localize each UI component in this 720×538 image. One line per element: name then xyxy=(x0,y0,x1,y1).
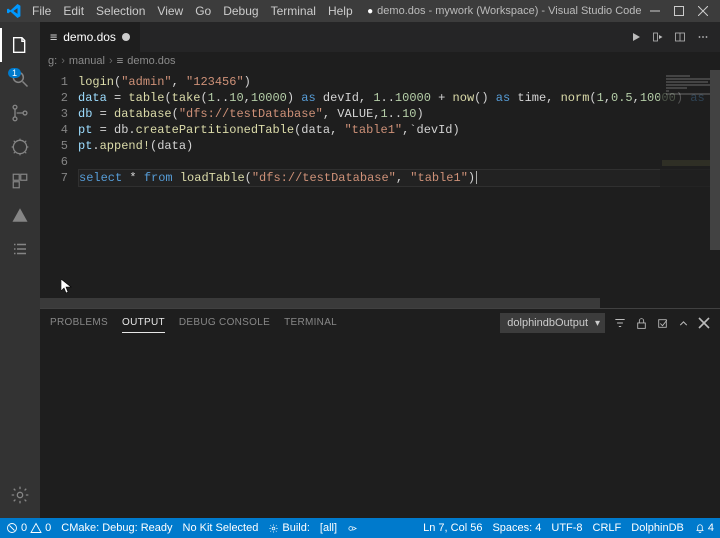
status-cmake[interactable]: CMake: Debug: Ready xyxy=(61,522,172,534)
menu-bar: FileEditSelectionViewGoDebugTerminalHelp xyxy=(26,4,359,18)
status-eol[interactable]: CRLF xyxy=(593,522,622,534)
tab-demo-dos[interactable]: ≡ demo.dos xyxy=(40,22,141,52)
run-button[interactable] xyxy=(630,31,642,43)
breadcrumb-folder[interactable]: manual xyxy=(69,55,105,67)
breadcrumb-file[interactable]: demo.dos xyxy=(127,55,175,67)
more-actions-button[interactable] xyxy=(696,31,710,43)
settings-gear-icon[interactable] xyxy=(0,478,40,512)
debug-icon[interactable] xyxy=(0,130,40,164)
source-control-icon[interactable] xyxy=(0,96,40,130)
maximize-button[interactable] xyxy=(674,6,684,16)
panel-tab-problems[interactable]: PROBLEMS xyxy=(50,313,108,333)
menu-selection[interactable]: Selection xyxy=(90,4,151,18)
explorer-icon[interactable] xyxy=(0,28,40,62)
run-side-button[interactable] xyxy=(652,31,664,43)
code-editor[interactable]: 1234567 login("admin", "123456")data = t… xyxy=(40,70,720,298)
minimize-button[interactable] xyxy=(650,6,660,16)
panel-tab-debug-console[interactable]: DEBUG CONSOLE xyxy=(179,313,270,333)
bottom-panel: PROBLEMS OUTPUT DEBUG CONSOLE TERMINAL dolp… xyxy=(40,308,720,518)
status-kit[interactable]: No Kit Selected xyxy=(183,522,259,534)
status-build[interactable]: Build: xyxy=(268,522,310,534)
list-ext-icon[interactable] xyxy=(0,232,40,266)
breadcrumbs[interactable]: g: › manual › ≡ demo.dos xyxy=(40,52,720,70)
explorer-badge: 1 xyxy=(8,68,21,78)
panel-tab-output[interactable]: OUTPUT xyxy=(122,313,165,333)
vscode-logo-icon xyxy=(6,3,22,19)
status-cursor[interactable]: Ln 7, Col 56 xyxy=(423,522,482,534)
window-controls xyxy=(650,6,714,16)
panel-tab-terminal[interactable]: TERMINAL xyxy=(284,313,337,333)
dirty-indicator-icon: ● xyxy=(367,6,373,17)
extensions-icon[interactable] xyxy=(0,164,40,198)
editor-tabs: ≡ demo.dos xyxy=(40,22,720,52)
output-body[interactable] xyxy=(40,337,720,518)
tab-label: demo.dos xyxy=(63,30,116,44)
clear-output-icon[interactable] xyxy=(656,317,669,330)
chevron-right-icon: › xyxy=(61,55,65,67)
output-channel-select[interactable]: dolphindbOutput xyxy=(500,313,605,333)
status-bar: 0 0 CMake: Debug: Ready No Kit Selected … xyxy=(0,518,720,538)
search-icon[interactable] xyxy=(0,62,40,96)
title-bar: FileEditSelectionViewGoDebugTerminalHelp… xyxy=(0,0,720,22)
line-gutter: 1234567 xyxy=(40,70,78,298)
breadcrumb-root[interactable]: g: xyxy=(48,55,57,67)
triangle-ext-icon[interactable] xyxy=(0,198,40,232)
chevron-right-icon: › xyxy=(109,55,113,67)
lock-scroll-icon[interactable] xyxy=(635,317,648,330)
code-content[interactable]: login("admin", "123456")data = table(tak… xyxy=(78,70,720,298)
status-language[interactable]: DolphinDB xyxy=(631,522,684,534)
menu-view[interactable]: View xyxy=(151,4,189,18)
file-icon: ≡ xyxy=(117,54,124,67)
close-window-button[interactable] xyxy=(698,6,708,16)
editor-scrollbar[interactable] xyxy=(710,70,720,298)
split-editor-button[interactable] xyxy=(674,31,686,43)
status-encoding[interactable]: UTF-8 xyxy=(551,522,582,534)
status-problems[interactable]: 0 0 xyxy=(6,522,51,534)
window-title: ●demo.dos - mywork (Workspace) - Visual … xyxy=(359,5,650,17)
panel-maximize-icon[interactable] xyxy=(677,317,690,330)
file-icon: ≡ xyxy=(50,30,57,44)
status-notifications[interactable]: 4 xyxy=(694,522,714,534)
menu-help[interactable]: Help xyxy=(322,4,359,18)
menu-terminal[interactable]: Terminal xyxy=(265,4,322,18)
status-build-target[interactable]: [all] xyxy=(320,522,337,534)
editor-hscrollbar[interactable] xyxy=(40,298,720,308)
status-spaces[interactable]: Spaces: 4 xyxy=(492,522,541,534)
menu-debug[interactable]: Debug xyxy=(217,4,264,18)
panel-tabs: PROBLEMS OUTPUT DEBUG CONSOLE TERMINAL dolp… xyxy=(40,309,720,337)
dirty-dot-icon xyxy=(122,33,130,41)
menu-file[interactable]: File xyxy=(26,4,57,18)
menu-go[interactable]: Go xyxy=(189,4,217,18)
status-debug-launch[interactable] xyxy=(347,523,358,534)
editor-region: ≡ demo.dos g: › manual › ≡ demo.dos 1234… xyxy=(40,22,720,518)
panel-close-icon[interactable] xyxy=(698,317,710,329)
menu-edit[interactable]: Edit xyxy=(57,4,90,18)
filter-icon[interactable] xyxy=(613,316,627,330)
activity-bar: 1 xyxy=(0,22,40,518)
